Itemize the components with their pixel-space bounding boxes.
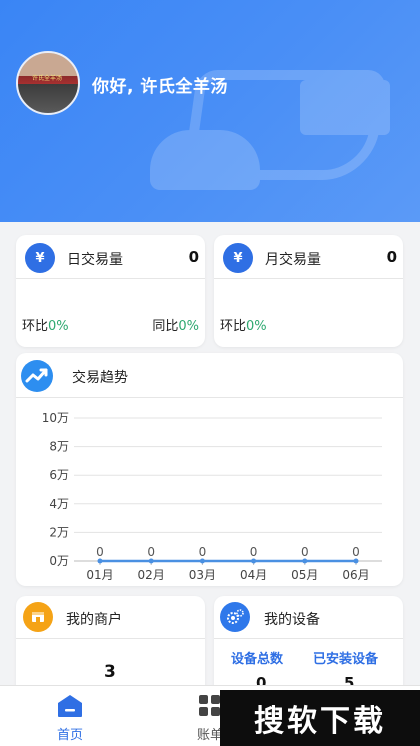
data-label: 0 <box>96 545 104 559</box>
greeting-text: 你好, 许氏全羊汤 <box>92 77 228 97</box>
data-label: 0 <box>250 545 258 559</box>
y-tick-label: 2万 <box>49 525 69 539</box>
y-tick-label: 4万 <box>49 497 69 511</box>
y-tick-label: 8万 <box>49 440 69 454</box>
trend-up-icon <box>21 360 53 392</box>
tab-home-label: 首页 <box>56 728 83 743</box>
device-card[interactable]: 我的设备 设备总数 已安装设备 0 5 <box>214 596 403 696</box>
watermark-overlay: 搜软下载 <box>220 690 420 746</box>
mom-label: 环比 <box>220 319 247 334</box>
monthly-volume-title: 月交易量 <box>265 252 321 268</box>
device-installed-label: 已安装设备 <box>313 652 379 667</box>
daily-mom-ratio: 环比0% <box>22 315 69 334</box>
trend-chart-card: 交易趋势 0万 2万 4万 6万 8万 10万 01月 02月 03月 04月 05月 06月 0 0 0 0… <box>16 353 403 586</box>
card-divider <box>16 638 205 639</box>
header-banner: 许氏全羊汤 你好, 许氏全羊汤 <box>0 0 420 222</box>
mom-value: 0% <box>48 319 69 334</box>
monthly-volume-card[interactable]: ¥ 月交易量 0 环比0% <box>214 235 403 347</box>
data-label: 0 <box>147 545 155 559</box>
merchant-title: 我的商户 <box>66 612 122 628</box>
currency-symbol: ¥ <box>35 250 45 266</box>
x-tick-label: 06月 <box>342 568 369 582</box>
card-divider <box>214 278 403 279</box>
data-point <box>97 558 103 564</box>
monthly-mom-ratio: 环比0% <box>220 315 267 334</box>
data-point <box>302 558 308 564</box>
tab-home[interactable]: 首页 <box>0 686 140 746</box>
y-tick-label: 0万 <box>49 554 69 568</box>
monthly-volume-value: 0 <box>386 248 397 266</box>
y-tick-label: 10万 <box>42 411 69 425</box>
money-bag-icon: ¥ <box>25 243 55 273</box>
device-title: 我的设备 <box>264 612 320 628</box>
watermark-text: 搜软下载 <box>254 704 386 739</box>
card-divider <box>16 278 205 279</box>
home-icon <box>58 695 82 717</box>
avatar-sign-text: 许氏全羊汤 <box>32 75 63 82</box>
data-point <box>353 558 359 564</box>
yoy-label: 同比 <box>152 319 179 334</box>
x-tick-label: 02月 <box>138 568 165 582</box>
x-tick-label: 01月 <box>86 568 113 582</box>
device-total-label: 设备总数 <box>231 652 284 667</box>
card-divider <box>214 638 403 639</box>
data-point <box>148 558 154 564</box>
mom-value: 0% <box>246 319 267 334</box>
x-tick-label: 03月 <box>189 568 216 582</box>
gear-icon <box>220 602 250 632</box>
daily-volume-card[interactable]: ¥ 日交易量 0 环比0% 同比0% <box>16 235 205 347</box>
shop-icon <box>23 602 53 632</box>
grid-icon <box>199 695 220 716</box>
data-point <box>251 558 257 564</box>
x-tick-label: 04月 <box>240 568 267 582</box>
daily-volume-title: 日交易量 <box>67 252 123 268</box>
avatar[interactable]: 许氏全羊汤 <box>16 51 80 115</box>
merchant-card[interactable]: 我的商户 3 <box>16 596 205 696</box>
money-bag-icon: ¥ <box>223 243 253 273</box>
trend-chart-title: 交易趋势 <box>72 370 128 386</box>
data-label: 0 <box>352 545 360 559</box>
x-tick-label: 05月 <box>291 568 318 582</box>
daily-yoy-ratio: 同比0% <box>152 315 199 334</box>
data-label: 0 <box>301 545 309 559</box>
yoy-value: 0% <box>178 319 199 334</box>
daily-volume-value: 0 <box>188 248 199 266</box>
currency-symbol: ¥ <box>233 250 243 266</box>
trend-line-chart: 0万 2万 4万 6万 8万 10万 01月 02月 03月 04月 05月 06月 0 0 0 0 0 0 <box>42 411 382 582</box>
merchant-count: 3 <box>104 662 116 682</box>
data-label: 0 <box>199 545 207 559</box>
mom-label: 环比 <box>22 319 49 334</box>
data-point <box>199 558 205 564</box>
y-tick-label: 6万 <box>49 468 69 482</box>
